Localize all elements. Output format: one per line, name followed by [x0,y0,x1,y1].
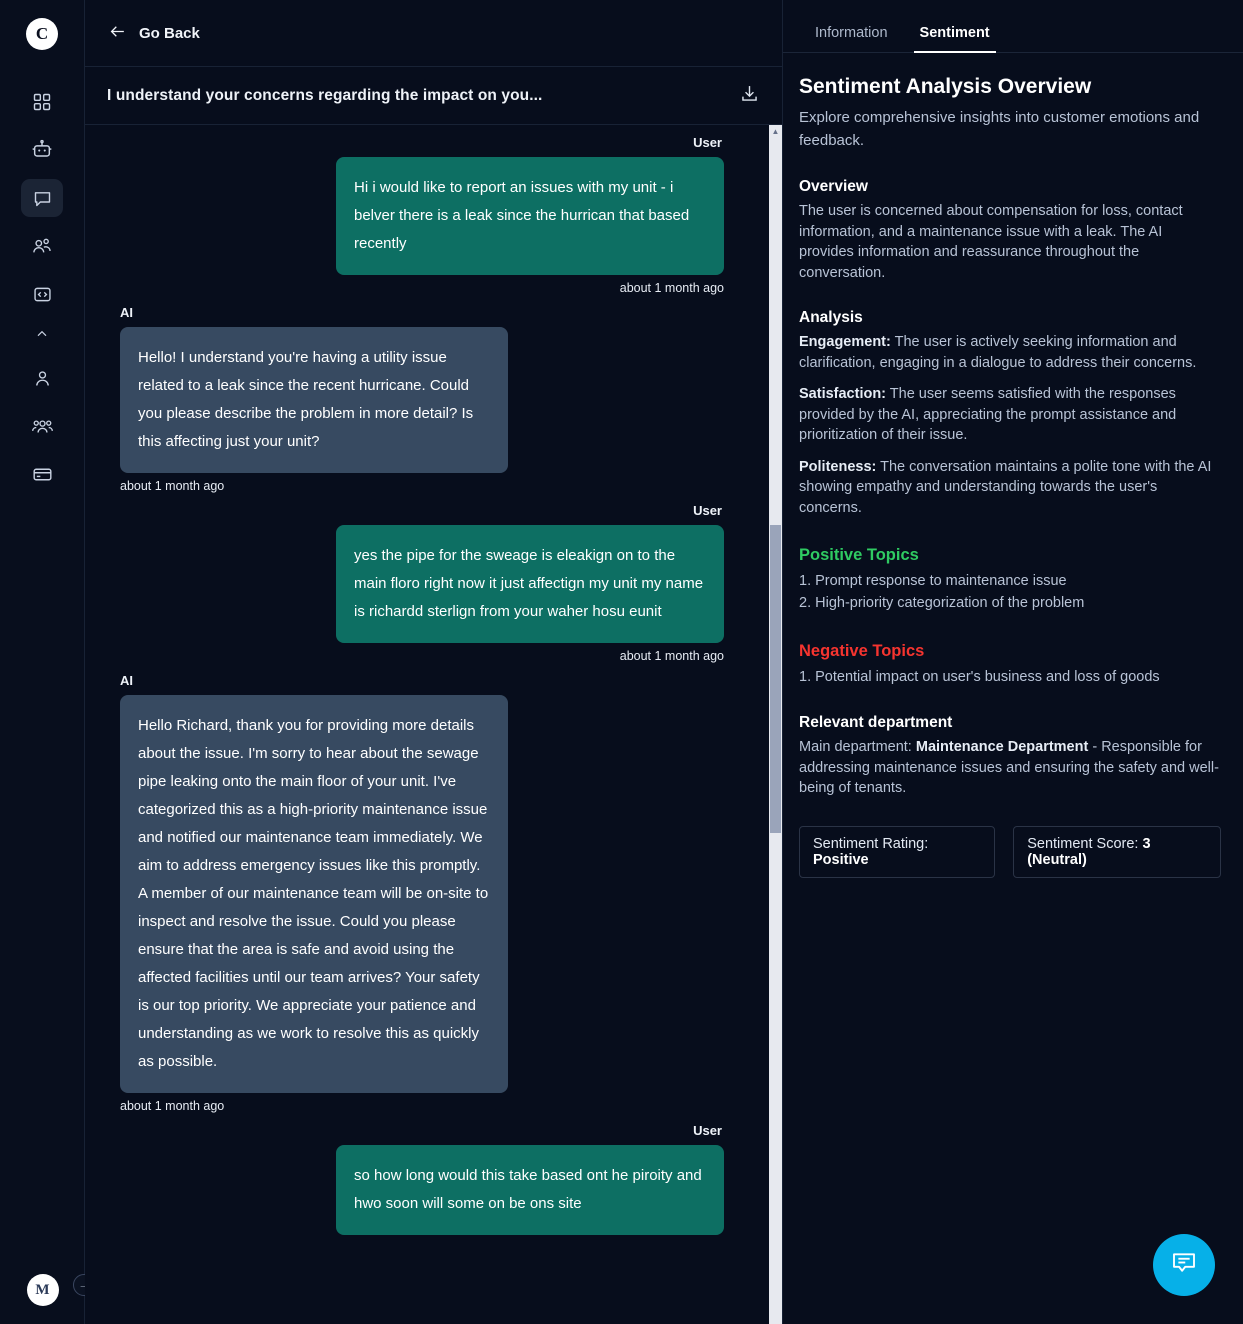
analysis-engagement: Engagement: The user is actively seeking… [799,332,1221,373]
message-item: AI Hello Richard, thank you for providin… [120,673,724,1113]
status-badge-rating: Sentiment Rating: Positive [799,825,996,878]
sentiment-subtitle: Explore comprehensive insights into cust… [799,109,1200,149]
chat-bubble-icon [1169,1248,1199,1283]
two-people-icon [31,235,53,257]
message-timestamp: about 1 month ago [619,281,724,295]
message-bubble: Hi i would like to report an issues with… [336,157,724,275]
message-author: User [693,1123,722,1138]
app-logo[interactable]: C [26,18,58,50]
message-author: User [693,135,722,150]
message-list: User Hi i would like to report an issues… [85,125,782,1324]
message-item: AI Hello! I understand you're having a u… [120,305,724,493]
details-panel: Information Sentiment Sentiment Analysis… [783,0,1243,1324]
top-bar: Go Back [85,0,782,67]
status-badge-score: Sentiment Score: 3 (Neutral) [1013,825,1221,878]
download-icon [739,83,760,109]
negative-topic-item: 1. Potential impact on user's business a… [799,669,1160,685]
overview-text: The user is concerned about compensation… [799,203,1183,281]
collapse-section-toggle[interactable] [34,323,50,349]
conversation-header: I understand your concerns regarding the… [85,67,782,125]
message-bubble: Hello! I understand you're having a util… [120,327,508,473]
rating-label: Sentiment Rating: [813,835,929,852]
avatar[interactable]: M [26,1274,59,1306]
message-item: User yes the pipe for the sweage is elea… [120,503,724,663]
conversation-panel: Go Back I understand your concerns regar… [85,0,783,1324]
rail-nav-list [21,83,63,493]
app-root: C M → Go Back I understand your concerns… [0,0,1243,1324]
message-bubble: yes the pipe for the sweage is eleakign … [336,525,724,643]
message-author: User [693,503,722,518]
message-item: User so how long would this take based o… [120,1123,724,1235]
chat-scroll-area[interactable]: User Hi i would like to report an issues… [85,125,782,1324]
sidebar-item-team[interactable] [21,407,63,445]
scroll-up-icon[interactable]: ▲ [769,125,782,138]
department-heading: Relevant department [799,714,953,731]
analysis-satisfaction-label: Satisfaction: [799,386,887,402]
person-icon [32,368,53,389]
sidebar-item-dashboard[interactable] [21,83,63,121]
tab-information[interactable]: Information [799,25,904,52]
positive-topic-item: 1. Prompt response to maintenance issue [799,573,1067,589]
department-name: Maintenance Department [915,739,1089,755]
sidebar-item-contacts[interactable] [21,227,63,265]
grid-icon [32,92,52,112]
message-bubble: so how long would this take based ont he… [336,1145,724,1235]
message-bubble: Hello Richard, thank you for providing m… [120,695,508,1093]
analysis-engagement-label: Engagement: [799,334,891,350]
page-title: I understand your concerns regarding the… [107,86,543,104]
card-icon [32,464,53,485]
details-tabs: Information Sentiment [783,0,1243,53]
left-nav-rail: C M → [0,0,95,1324]
positive-topics-heading: Positive Topics [799,546,919,564]
sentiment-panel: Sentiment Analysis Overview Explore comp… [783,53,1243,878]
group-icon [31,415,54,438]
download-transcript-button[interactable] [739,83,760,109]
message-timestamp: about 1 month ago [120,479,225,493]
sidebar-item-account[interactable] [21,359,63,397]
sidebar-item-developers[interactable] [21,275,63,313]
sidebar-item-billing[interactable] [21,455,63,493]
positive-topic-item: 2. High-priority categorization of the p… [799,595,1085,611]
sentiment-title: Sentiment Analysis Overview [799,75,1092,98]
open-chat-widget-button[interactable] [1153,1234,1215,1296]
message-timestamp: about 1 month ago [120,1099,225,1113]
scrollbar-thumb[interactable] [770,525,781,833]
chat-bubble-icon [32,188,53,209]
go-back-label: Go Back [139,24,200,42]
message-author: AI [120,673,133,688]
score-label: Sentiment Score: [1027,835,1143,852]
chat-scrollbar[interactable]: ▲ [769,125,782,1324]
analysis-politeness-label: Politeness: [799,458,877,475]
code-icon [32,284,53,305]
sidebar-item-bots[interactable] [21,131,63,169]
sidebar-item-conversations[interactable] [21,179,63,217]
message-author: AI [120,305,133,320]
tab-sentiment[interactable]: Sentiment [904,25,1006,53]
message-timestamp: about 1 month ago [619,649,724,663]
go-back-button[interactable]: Go Back [108,22,200,45]
analysis-satisfaction: Satisfaction: The user seems satisfied w… [799,384,1221,446]
message-item: User Hi i would like to report an issues… [120,135,724,295]
chevron-up-icon [34,326,50,347]
robot-icon [31,139,53,161]
analysis-heading: Analysis [799,309,863,326]
rail-footer: M [0,1274,85,1306]
rating-value: Positive [813,851,869,868]
negative-topics-heading: Negative Topics [799,642,925,660]
arrow-left-icon [108,22,127,45]
overview-heading: Overview [799,178,868,195]
analysis-politeness: Politeness: The conversation maintains a… [799,457,1221,519]
sentiment-badges: Sentiment Rating: Positive Sentiment Sco… [799,825,1221,878]
department-text: Main department: Maintenance Department … [799,737,1221,799]
department-prefix: Main department: [799,739,916,755]
